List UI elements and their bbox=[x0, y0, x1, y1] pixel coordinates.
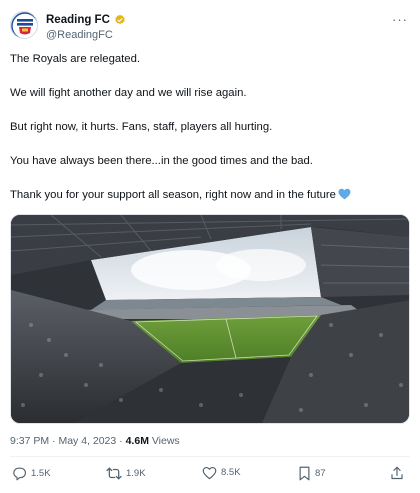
reply-button[interactable]: 1.5K bbox=[12, 466, 51, 481]
tweet-paragraph: The Royals are relegated. bbox=[10, 53, 140, 65]
repost-count: 1.9K bbox=[126, 467, 146, 479]
repost-button[interactable]: 1.9K bbox=[106, 466, 146, 481]
like-count: 8.5K bbox=[221, 467, 241, 478]
tweet-paragraph: But right now, it hurts. Fans, staff, pl… bbox=[10, 121, 273, 133]
tweet-meta: 9:37 PM · May 4, 2023 · 4.6M Views bbox=[10, 434, 180, 448]
account-handle[interactable]: @ReadingFC bbox=[46, 28, 126, 42]
views-label: Views bbox=[151, 435, 180, 447]
blue-heart-icon bbox=[338, 188, 351, 204]
tweet-header: Reading FC @ReadingFC ··· bbox=[10, 11, 410, 47]
like-heart-icon bbox=[202, 466, 217, 480]
stadium-photo[interactable] bbox=[10, 214, 410, 424]
account-names: Reading FC @ReadingFC bbox=[46, 13, 126, 42]
meta-separator: · bbox=[52, 435, 56, 447]
bookmark-count: 87 bbox=[315, 467, 326, 479]
bookmark-icon bbox=[298, 466, 311, 481]
tweet-time[interactable]: 9:37 PM bbox=[10, 435, 49, 447]
repost-icon bbox=[106, 466, 122, 481]
tweet-paragraph: You have always been there...in the good… bbox=[10, 155, 313, 167]
stadium-image bbox=[11, 215, 409, 423]
divider bbox=[10, 456, 410, 457]
bookmark-button[interactable]: 87 bbox=[298, 466, 326, 481]
reply-icon bbox=[12, 466, 27, 481]
share-button[interactable] bbox=[390, 466, 404, 481]
more-options-icon[interactable]: ··· bbox=[392, 13, 408, 26]
share-icon bbox=[390, 466, 404, 481]
views-count: 4.6M bbox=[125, 435, 149, 447]
reply-count: 1.5K bbox=[31, 467, 51, 479]
tweet-text: The Royals are relegated. We will fight … bbox=[10, 52, 410, 224]
tweet-paragraph-last: Thank you for your support all season, r… bbox=[10, 188, 410, 204]
display-name[interactable]: Reading FC bbox=[46, 13, 110, 27]
tweet-paragraph: Thank you for your support all season, r… bbox=[10, 189, 336, 201]
meta-separator: · bbox=[119, 435, 123, 447]
like-button[interactable]: 8.5K bbox=[202, 466, 241, 480]
tweet-date[interactable]: May 4, 2023 bbox=[58, 435, 116, 447]
account-avatar[interactable] bbox=[10, 11, 38, 39]
action-bar: 1.5K 1.9K 8.5K 87 bbox=[10, 466, 410, 486]
verified-badge-icon bbox=[114, 14, 126, 26]
tweet-paragraph: We will fight another day and we will ri… bbox=[10, 87, 247, 99]
club-crest-icon bbox=[11, 12, 37, 38]
